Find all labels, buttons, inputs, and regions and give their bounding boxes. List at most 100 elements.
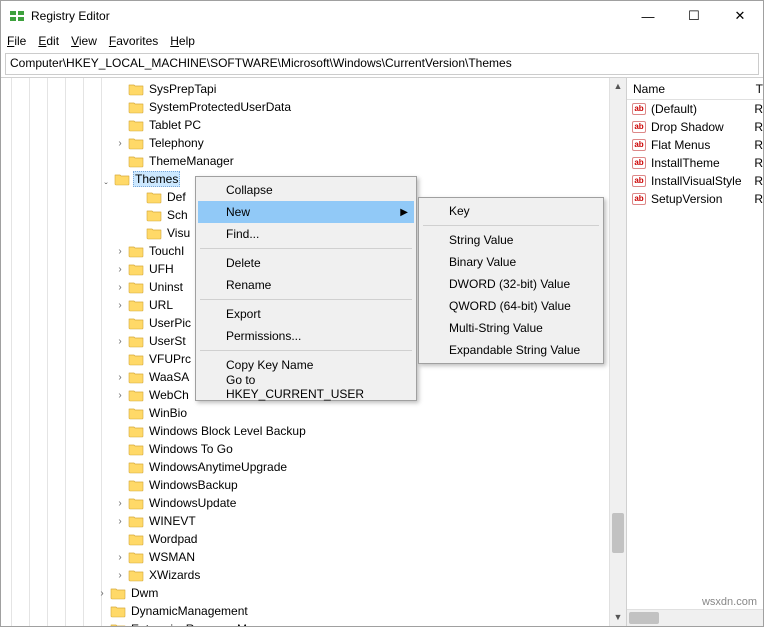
folder-icon	[128, 514, 144, 528]
values-hscrollbar[interactable]	[627, 609, 763, 626]
menu-item[interactable]: Key	[421, 200, 601, 222]
tree-item-label: VFUPrc	[147, 352, 193, 366]
expander-icon[interactable]: ›	[113, 246, 127, 257]
menu-item[interactable]: String Value	[421, 229, 601, 251]
menu-item[interactable]: Delete	[198, 252, 414, 274]
tree-item[interactable]: WindowsBackup	[1, 476, 609, 494]
menu-item[interactable]: Export	[198, 303, 414, 325]
watermark: wsxdn.com	[702, 596, 757, 608]
menu-item[interactable]: Binary Value	[421, 251, 601, 273]
expander-icon[interactable]: ›	[113, 570, 127, 581]
tree-item[interactable]: Wordpad	[1, 530, 609, 548]
value-type: R	[754, 102, 763, 116]
tree-item-label: Wordpad	[147, 532, 199, 546]
tree-item[interactable]: WinBio	[1, 404, 609, 422]
new-submenu[interactable]: Key String ValueBinary ValueDWORD (32-bit…	[418, 197, 604, 364]
string-value-icon: ab	[631, 174, 647, 188]
tree-item[interactable]: ›WINEVT	[1, 512, 609, 530]
expander-icon[interactable]: ›	[113, 390, 127, 401]
tree-item-label: Tablet PC	[147, 118, 203, 132]
scroll-thumb[interactable]	[612, 513, 624, 553]
tree-item[interactable]: ThemeManager	[1, 152, 609, 170]
tree-item[interactable]: SysPrepTapi	[1, 80, 609, 98]
menu-item[interactable]: Go to HKEY_CURRENT_USER	[198, 376, 414, 398]
column-name[interactable]: Name	[633, 82, 756, 96]
tree-item-label: SysPrepTapi	[147, 82, 218, 96]
tree-item[interactable]: EnterpriseResourceManager	[1, 620, 609, 626]
expander-icon[interactable]: ›	[113, 516, 127, 527]
values-header[interactable]: Name T	[627, 78, 763, 100]
menu-help[interactable]: Help	[170, 34, 195, 48]
tree-item[interactable]: ›WindowsUpdate	[1, 494, 609, 512]
value-row[interactable]: abInstallVisualStyleR	[627, 172, 763, 190]
menu-item[interactable]: Rename	[198, 274, 414, 296]
value-row[interactable]: ab (Default) R	[627, 100, 763, 118]
tree-context-menu[interactable]: CollapseNew▶Find... DeleteRename ExportPer…	[195, 176, 417, 401]
menu-favorites[interactable]: Favorites	[109, 34, 158, 48]
value-row[interactable]: abSetupVersionR	[627, 190, 763, 208]
expander-icon[interactable]: ˬ	[99, 174, 113, 185]
menu-view[interactable]: View	[71, 34, 97, 48]
tree-item-label: WSMAN	[147, 550, 197, 564]
folder-icon	[128, 370, 144, 384]
menu-item[interactable]: Collapse	[198, 179, 414, 201]
tree-item[interactable]: WindowsAnytimeUpgrade	[1, 458, 609, 476]
tree-item[interactable]: ›XWizards	[1, 566, 609, 584]
value-name: Drop Shadow	[651, 120, 750, 134]
menu-edit[interactable]: Edit	[38, 34, 59, 48]
value-row[interactable]: abFlat MenusR	[627, 136, 763, 154]
value-type: R	[754, 138, 763, 152]
expander-icon[interactable]: ›	[113, 138, 127, 149]
address-bar[interactable]: Computer\HKEY_LOCAL_MACHINE\SOFTWARE\Mic…	[5, 53, 759, 75]
tree-item[interactable]: SystemProtectedUserData	[1, 98, 609, 116]
expander-icon[interactable]: ›	[113, 282, 127, 293]
scroll-down[interactable]: ▼	[610, 609, 626, 626]
tree-item-label: TouchI	[147, 244, 186, 258]
tree-item[interactable]: ›Dwm	[1, 584, 609, 602]
menu-item[interactable]: Permissions...	[198, 325, 414, 347]
scroll-up[interactable]: ▲	[610, 78, 626, 95]
expander-icon[interactable]: ›	[113, 372, 127, 383]
menu-item[interactable]: Find...	[198, 223, 414, 245]
folder-icon	[110, 586, 126, 600]
tree-item[interactable]: ›Telephony	[1, 134, 609, 152]
tree-item[interactable]: DynamicManagement	[1, 602, 609, 620]
string-value-icon: ab	[631, 156, 647, 170]
column-type[interactable]: T	[756, 82, 763, 96]
value-name: (Default)	[651, 102, 750, 116]
expander-icon[interactable]: ›	[113, 336, 127, 347]
regedit-icon	[9, 8, 25, 24]
tree-item[interactable]: Windows Block Level Backup	[1, 422, 609, 440]
tree-scrollbar[interactable]: ▲ ▼	[609, 78, 626, 626]
folder-icon	[146, 226, 162, 240]
value-name: InstallVisualStyle	[651, 174, 750, 188]
folder-icon	[128, 532, 144, 546]
menu-item[interactable]: New▶	[198, 201, 414, 223]
expander-icon[interactable]: ›	[113, 552, 127, 563]
tree-item[interactable]: Tablet PC	[1, 116, 609, 134]
maximize-button[interactable]: ☐	[671, 1, 717, 31]
value-row[interactable]: abInstallThemeR	[627, 154, 763, 172]
folder-icon	[128, 280, 144, 294]
expander-icon[interactable]: ›	[95, 588, 109, 599]
values-list[interactable]: ab(Default)RabDrop ShadowRabFlat MenusRa…	[627, 100, 763, 208]
folder-icon	[128, 100, 144, 114]
expander-icon[interactable]: ›	[113, 264, 127, 275]
menu-item[interactable]: Multi-String Value	[421, 317, 601, 339]
minimize-button[interactable]: —	[625, 1, 671, 31]
expander-icon[interactable]: ›	[113, 498, 127, 509]
folder-icon	[128, 262, 144, 276]
tree-item-label: Visu	[165, 226, 192, 240]
close-button[interactable]: ✕	[717, 1, 763, 31]
menu-item[interactable]: QWORD (64-bit) Value	[421, 295, 601, 317]
folder-icon	[128, 496, 144, 510]
hscroll-thumb[interactable]	[629, 612, 659, 624]
expander-icon[interactable]: ›	[113, 300, 127, 311]
menu-file[interactable]: File	[7, 34, 26, 48]
value-row[interactable]: abDrop ShadowR	[627, 118, 763, 136]
tree-item[interactable]: › WSMAN	[1, 548, 609, 566]
string-value-icon: ab	[631, 102, 647, 116]
menu-item[interactable]: DWORD (32-bit) Value	[421, 273, 601, 295]
tree-item[interactable]: Windows To Go	[1, 440, 609, 458]
menu-item[interactable]: Expandable String Value	[421, 339, 601, 361]
